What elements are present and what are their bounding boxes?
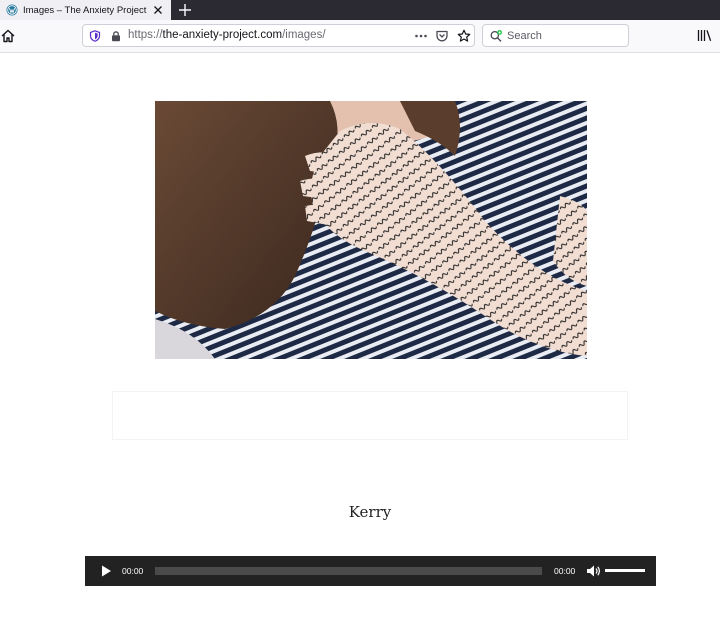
hero-image xyxy=(155,101,587,359)
duration: 00:00 xyxy=(554,566,576,576)
url-path: /images/ xyxy=(282,29,326,41)
tab-images[interactable]: Images – The Anxiety Project xyxy=(0,0,171,20)
bookmark-star-icon[interactable] xyxy=(457,29,471,43)
url-host: the-anxiety-project.com xyxy=(162,29,283,41)
wordpress-icon xyxy=(6,4,18,16)
search-placeholder: Search xyxy=(507,30,542,42)
content-placeholder-box xyxy=(112,391,628,440)
tracking-protection-shield-icon[interactable] xyxy=(89,30,101,42)
pocket-icon[interactable] xyxy=(435,29,449,43)
search-icon xyxy=(490,30,502,42)
volume-slider[interactable] xyxy=(605,569,645,572)
audio-caption: Kerry xyxy=(348,503,392,521)
close-icon[interactable] xyxy=(153,5,163,15)
search-box[interactable]: Search xyxy=(482,24,629,47)
url-scheme: https:// xyxy=(128,29,163,41)
new-tab-plus-icon[interactable] xyxy=(176,1,194,19)
audio-player: 00:00 00:00 xyxy=(85,556,656,586)
seek-bar[interactable] xyxy=(155,567,542,575)
lock-icon[interactable] xyxy=(110,30,122,42)
page-actions-menu-icon[interactable] xyxy=(414,30,428,42)
address-bar[interactable]: https://the-anxiety-project.com/images/ xyxy=(82,24,475,47)
current-time: 00:00 xyxy=(122,566,144,576)
library-icon[interactable] xyxy=(697,29,712,42)
tab-title: Images – The Anxiety Project xyxy=(23,4,147,16)
volume-icon[interactable] xyxy=(585,563,601,579)
tab-strip: Images – The Anxiety Project xyxy=(0,0,720,20)
navigation-toolbar: https://the-anxiety-project.com/images/ … xyxy=(0,20,720,53)
home-icon[interactable] xyxy=(0,28,16,44)
play-icon[interactable] xyxy=(99,564,113,578)
url-text[interactable]: https://the-anxiety-project.com/images/ xyxy=(128,29,326,41)
